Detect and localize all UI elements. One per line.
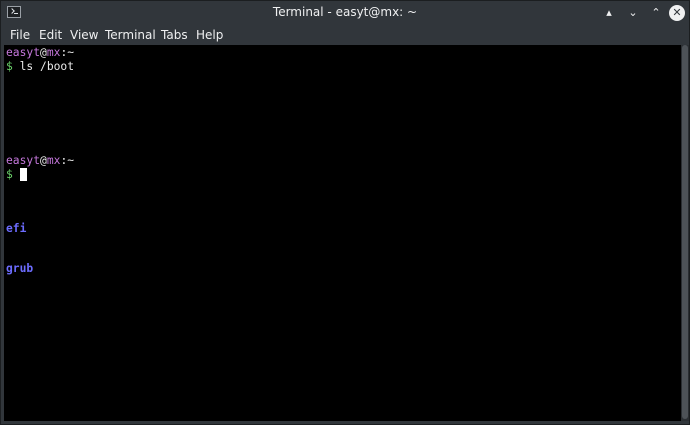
ls-column-3: System.map-6.12.63+deb13-amd64 System.ma…	[448, 73, 666, 343]
scrollbar[interactable]	[681, 45, 689, 421]
prompt-host: mx	[46, 46, 61, 59]
prompt-symbol: $	[6, 167, 13, 181]
terminal-window: Terminal - easyt@mx: ~ ▴ ⌄ ⌃ ✕ File Edit…	[0, 0, 690, 425]
list-item: config-6.12.88+deb13-amd64	[6, 140, 183, 154]
window-title: Terminal - easyt@mx: ~	[272, 5, 418, 19]
prompt-line: easyt@mx:~	[6, 154, 74, 168]
list-item: System.map-6.12.90+deb13.1-amd64	[448, 181, 666, 194]
list-item: initrd.img-6.12.63+deb13-amd64	[6, 302, 211, 316]
list-item: vmlinuz-6.12.88+deb13-amd64	[448, 262, 632, 275]
list-item: memtest86+x64.bin	[220, 262, 336, 275]
list-item-dir: grub	[6, 262, 34, 275]
command-text: ls /boot	[19, 59, 75, 73]
list-item: initrd.img-6.12.88+deb13-amd64	[220, 100, 425, 113]
scrollbar-thumb[interactable]	[682, 45, 688, 419]
prompt-at: @	[40, 46, 47, 59]
prompt-at: @	[40, 154, 47, 167]
menu-bar: File Edit View Terminal Tabs Help	[1, 25, 689, 45]
list-item: memtest86+x64.efi	[220, 302, 336, 316]
menu-help[interactable]: Help	[196, 27, 223, 43]
prompt-user: easyt	[6, 46, 41, 59]
menu-tabs[interactable]: Tabs	[161, 27, 188, 43]
prompt-symbol: $	[6, 59, 13, 73]
list-item: System.map-6.12.88+deb13-amd64	[448, 140, 653, 154]
list-item: vmlinuz-6.12.63+deb13-amd64	[448, 221, 632, 235]
list-item: memtest86+ia32.efi	[220, 221, 343, 235]
ls-column-1: config-6.12.63+deb13-amd64 config-6.12.8…	[6, 73, 210, 343]
prompt-host: mx	[46, 154, 61, 167]
menu-file[interactable]: File	[10, 27, 30, 43]
ls-column-2: initrd.img-6.12.88+deb13-amd64 initrd.im…	[220, 73, 438, 343]
list-item: config-6.12.90+deb13.1-amd64	[6, 181, 197, 194]
list-item: memtest86+ia32.bin	[220, 181, 343, 194]
command-line: $	[6, 167, 27, 182]
list-item: initrd.img-6.12.90+deb13.1-amd64	[220, 140, 438, 154]
prompt-path: :~	[60, 154, 75, 167]
title-bar[interactable]: Terminal - easyt@mx: ~ ▴ ⌄ ⌃ ✕	[1, 1, 689, 25]
list-item-dir: efi	[6, 221, 27, 235]
text-cursor	[19, 167, 27, 181]
prompt-line: easyt@mx:~	[6, 46, 74, 60]
minimize-icon[interactable]: ⌄	[625, 5, 641, 21]
maximize-icon[interactable]: ⌃	[648, 5, 664, 21]
list-item: vmlinuz-6.12.90+deb13.1-amd64	[448, 302, 646, 316]
command-line: $ ls /boot	[6, 60, 74, 74]
prompt-user: easyt	[6, 154, 41, 167]
terminal-output[interactable]: easyt@mx:~ $ ls /boot config-6.12.63+deb…	[4, 45, 681, 421]
list-item: System.map-6.12.63+deb13-amd64	[448, 100, 653, 113]
menu-terminal[interactable]: Terminal	[105, 27, 156, 43]
menu-view[interactable]: View	[70, 27, 98, 43]
prompt-path: :~	[60, 46, 75, 59]
menu-edit[interactable]: Edit	[39, 27, 62, 43]
list-item: config-6.12.63+deb13-amd64	[6, 100, 183, 113]
close-icon[interactable]: ✕	[669, 5, 685, 21]
ls-output: config-6.12.63+deb13-amd64 config-6.12.8…	[4, 73, 681, 316]
keep-above-icon[interactable]: ▴	[601, 5, 617, 21]
